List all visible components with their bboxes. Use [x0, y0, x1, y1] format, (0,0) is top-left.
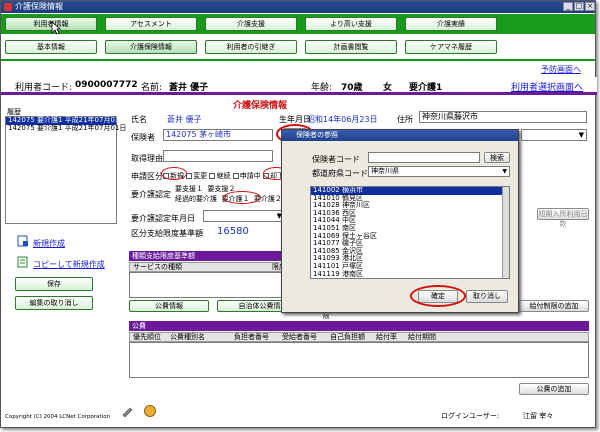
- login-label: ログインユーザー:: [441, 412, 500, 420]
- dob-value: 昭和14年06月23日: [307, 115, 378, 124]
- insurer-label: 保険者: [131, 133, 155, 142]
- cert-date-label: 要介護認定年月日: [131, 214, 195, 223]
- globe-icon[interactable]: [143, 404, 157, 418]
- submenu-handover[interactable]: 利用者の引継ぎ: [205, 40, 297, 54]
- edit-icon[interactable]: [121, 405, 135, 417]
- limit-label: 区分支給限度基準額: [131, 229, 203, 238]
- right-select[interactable]: ▼: [521, 129, 587, 141]
- highlight-ellipse-new: [161, 167, 187, 180]
- public-table-header: 優先順位 公費種別名 負担者番号 受給者番号 自己負担額 給付率 給付期間: [129, 332, 589, 342]
- main-menu-bar: 利用者情報 アセスメント 介護支援 より高い支援 介護実績: [1, 14, 595, 34]
- dialog-insurer-code-label: 保険者コード: [312, 155, 360, 164]
- maximize-button[interactable]: □: [574, 2, 584, 11]
- insurer-field[interactable]: 142075 茅ヶ崎市: [163, 129, 273, 141]
- history-list[interactable]: 142075 要介護1 平成21年07月01日 142075 要介護1 平成21…: [5, 116, 126, 224]
- reason-label: 取得理由: [131, 154, 163, 163]
- dialog-pref-select[interactable]: 神奈川県 ▼: [368, 166, 510, 177]
- submenu-caremanager-history[interactable]: ケアマネ履歴: [405, 40, 497, 54]
- cert-option[interactable]: 要支援１: [175, 185, 203, 193]
- section-title: 介護保険情報: [233, 101, 288, 111]
- menu-higher-support[interactable]: より高い支援: [305, 17, 397, 31]
- green-divider: [1, 59, 595, 61]
- app-window: 介護保険情報 _ □ × 利用者情報 アセスメント 介護支援 より高い支援 介護…: [0, 0, 597, 428]
- copyright: Copyright (C) 2004 LCNet Corporation: [5, 414, 111, 420]
- dialog-cancel-button[interactable]: 取り消し: [466, 290, 508, 303]
- submenu-insurance-info[interactable]: 介護保険情報: [105, 40, 197, 54]
- highlight-ellipse-ok: [410, 285, 466, 307]
- address-field[interactable]: 神奈川県藤沢市: [419, 111, 587, 123]
- save-button[interactable]: 保存: [15, 277, 93, 291]
- dialog-insurer-code-input[interactable]: [368, 152, 480, 163]
- service-table-body: [129, 272, 305, 298]
- address-label: 住所: [397, 115, 413, 124]
- menu-assessment[interactable]: アセスメント: [105, 17, 197, 31]
- user-info-bar: 利用者コード: 0900007772 名前: 蒼井 優子 年齢: 70歳 女 要…: [1, 77, 597, 93]
- dialog-title: 保険者の参照: [282, 130, 518, 141]
- name-field-value: 蒼井 優子: [167, 115, 202, 124]
- history-item[interactable]: 142075 要介護1 平成21年07月01日: [6, 124, 126, 133]
- sub-menu-bar: 基本情報 介護保険情報 利用者の引継ぎ 計画書閲覧 ケアマネ履歴: [1, 37, 595, 59]
- mouse-cursor-icon: [51, 21, 61, 35]
- cancel-edit-button[interactable]: 編集の取り消し: [15, 296, 93, 310]
- submenu-plan-view[interactable]: 計画書閲覧: [305, 40, 397, 54]
- prev-screen-link[interactable]: 予防画面へ: [541, 64, 581, 75]
- tab-public-info[interactable]: 公費情報: [129, 300, 209, 312]
- cert-date-field[interactable]: ▼: [203, 210, 285, 222]
- service-section-header: 種類支給限度基準額: [129, 251, 289, 261]
- add-public-button[interactable]: 公費の追加: [519, 383, 589, 395]
- user-code-value: 0900007772: [75, 80, 138, 90]
- copy-new-link[interactable]: コピーして新規作成: [33, 259, 105, 270]
- dialog-search-button[interactable]: 検索: [484, 152, 510, 163]
- insurer-reference-dialog: 保険者の参照 保険者コード 検索 都道府県コード 神奈川県 ▼ 141002 横浜…: [281, 129, 519, 313]
- title-bar: 介護保険情報 _ □ ×: [1, 1, 595, 13]
- dialog-insurer-list[interactable]: 141002 横浜市 141010 鶴見区 141028 神奈川区 141036…: [310, 186, 510, 279]
- new-document-icon: [17, 235, 28, 247]
- limit-value: 16580: [217, 226, 249, 237]
- cert-option[interactable]: 経過的要介護: [175, 195, 217, 203]
- short-stay-button[interactable]: 短期入所利用日数: [537, 208, 589, 228]
- public-section-header: 公費: [129, 321, 589, 331]
- apply-label: 申請区分: [131, 172, 163, 181]
- app-icon: [4, 3, 12, 11]
- purple-divider: [1, 92, 597, 95]
- new-create-link[interactable]: 新規作成: [33, 238, 65, 249]
- add-limit-button[interactable]: 給付制限の追加: [519, 300, 589, 312]
- highlight-ellipse-cert: [223, 191, 261, 204]
- apply-option[interactable]: 変更: [186, 172, 207, 180]
- login-user: 江留 宰々: [523, 412, 554, 420]
- reason-field[interactable]: [163, 150, 273, 162]
- minimize-button[interactable]: _: [563, 2, 573, 11]
- cert-label: 要介護認定: [131, 190, 171, 199]
- apply-option[interactable]: 申請中: [232, 172, 261, 180]
- public-table-body: [129, 342, 589, 378]
- copy-document-icon: [17, 256, 28, 268]
- name-field-label: 氏名: [131, 115, 147, 124]
- menu-care-support[interactable]: 介護支援: [205, 17, 297, 31]
- window-title: 介護保険情報: [15, 2, 63, 11]
- submenu-basic-info[interactable]: 基本情報: [5, 40, 97, 54]
- insurer-list-item[interactable]: 141119 港南区: [311, 270, 509, 278]
- service-table-header: サービスの種類 限度額: [129, 262, 305, 272]
- close-button[interactable]: ×: [585, 2, 595, 11]
- apply-option[interactable]: 継続: [209, 172, 230, 180]
- dialog-pref-label: 都道府県コード: [312, 169, 368, 178]
- menu-care-results[interactable]: 介護実績: [405, 17, 497, 31]
- list-scrollbar[interactable]: [502, 187, 509, 278]
